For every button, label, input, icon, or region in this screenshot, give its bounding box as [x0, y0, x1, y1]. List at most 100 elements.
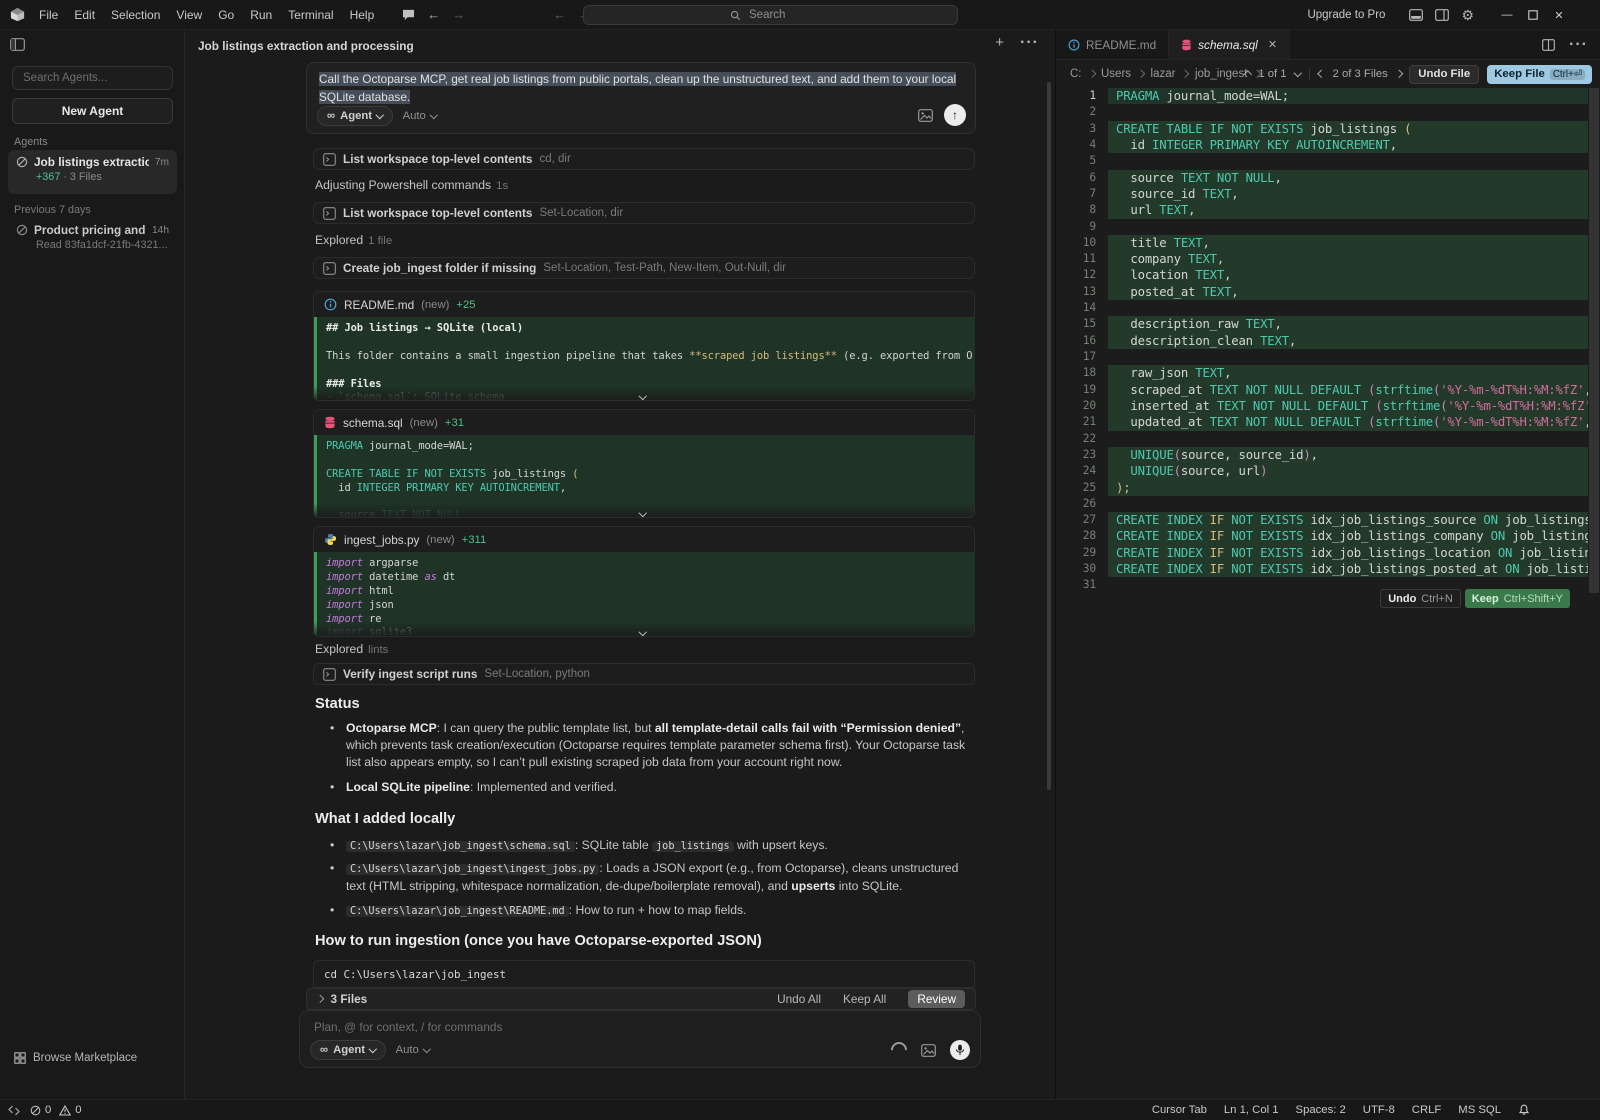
terminal-icon [323, 207, 336, 220]
diff-action-widget: UndoCtrl+N KeepCtrl+Shift+Y [1380, 589, 1570, 608]
menu-go[interactable]: Go [210, 8, 242, 22]
review-button[interactable]: Review [908, 990, 965, 1008]
breadcrumb-item[interactable]: C: [1070, 68, 1082, 80]
editor-more-icon[interactable]: ··· [1569, 36, 1588, 54]
diff-card-ingest[interactable]: ingest_jobs.py (new) +311 import argpars… [313, 526, 975, 637]
model-auto-dropdown[interactable]: Auto [396, 1044, 430, 1056]
info-icon [324, 298, 337, 311]
file-position: 2 of 3 Files [1333, 68, 1388, 80]
notifications-bell-icon[interactable] [1518, 1104, 1530, 1116]
tab-schema[interactable]: schema.sql ✕ [1169, 30, 1290, 59]
language-mode[interactable]: MS SQL [1458, 1104, 1501, 1116]
cursor-tab-status[interactable]: Cursor Tab [1152, 1104, 1207, 1116]
encoding[interactable]: UTF-8 [1363, 1104, 1395, 1116]
status-heading: Status [315, 696, 360, 712]
history-back-icon[interactable]: ← [547, 7, 572, 22]
cursor-position[interactable]: Ln 1, Col 1 [1224, 1104, 1279, 1116]
search-input[interactable] [747, 8, 811, 22]
menu-help[interactable]: Help [342, 8, 383, 22]
tool-call-card[interactable]: Verify ingest script runs Set-Location, … [313, 663, 975, 685]
undo-change-button[interactable]: UndoCtrl+N [1380, 589, 1461, 608]
infinity-icon: ∞ [320, 1044, 328, 1056]
next-file-icon[interactable] [1395, 70, 1403, 78]
files-count[interactable]: 3 Files [331, 992, 368, 1006]
close-icon[interactable]: ✕ [1268, 38, 1277, 51]
window-minimize-button[interactable]: — [1494, 9, 1520, 21]
eol-sequence[interactable]: CRLF [1412, 1104, 1442, 1116]
howto-code-block: cd C:\Users\lazar\job_ingest [313, 960, 975, 988]
menu-terminal[interactable]: Terminal [280, 8, 341, 22]
agent-mode-pill[interactable]: ∞ Agent [310, 1040, 386, 1060]
chevron-down-icon [423, 1045, 431, 1053]
chat-more-icon[interactable]: ··· [1020, 34, 1039, 52]
attach-image-icon[interactable] [918, 109, 933, 122]
window-close-button[interactable]: ✕ [1546, 9, 1572, 22]
indentation[interactable]: Spaces: 2 [1296, 1104, 1346, 1116]
breadcrumb-item[interactable]: Users [1101, 68, 1131, 80]
menu-run[interactable]: Run [242, 8, 280, 22]
keep-file-button[interactable]: Keep FileCtrl+⏎ [1487, 65, 1592, 84]
menu-view[interactable]: View [168, 8, 210, 22]
tab-readme[interactable]: README.md [1056, 30, 1169, 59]
chat-input-box[interactable]: ∞ Agent Auto [299, 1010, 981, 1068]
undo-all-button[interactable]: Undo All [777, 992, 821, 1006]
tool-call-card[interactable]: List workspace top-level contents cd, di… [313, 148, 975, 170]
info-icon [1068, 39, 1080, 51]
agent-title: Job listings extraction a... [34, 155, 149, 169]
breadcrumb-item[interactable]: job_ingest [1195, 68, 1247, 80]
diff-card-schema[interactable]: schema.sql (new) +31 PRAGMA journal_mode… [313, 409, 975, 518]
send-button[interactable]: ↑ [944, 104, 966, 126]
keep-all-button[interactable]: Keep All [843, 992, 886, 1006]
editor-scrollbar[interactable] [1588, 88, 1600, 1099]
prev-change-icon[interactable] [1244, 71, 1252, 79]
problems-indicator[interactable]: 0 0 [30, 1104, 82, 1116]
agent-item-product-pricing[interactable]: Product pricing and sto... 14h Read 83fa… [8, 218, 177, 258]
chevron-right-icon[interactable] [316, 995, 324, 1003]
model-auto-dropdown[interactable]: Auto [403, 110, 437, 122]
undo-file-button[interactable]: Undo File [1409, 65, 1479, 84]
panel-right-icon[interactable] [1429, 9, 1455, 21]
panel-bottom-icon[interactable] [1403, 9, 1429, 21]
agent-mode-pill[interactable]: ∞ Agent [317, 106, 393, 126]
prev-file-icon[interactable] [1318, 70, 1326, 78]
sidebar-toggle-icon[interactable] [10, 38, 25, 51]
chat-scrollbar[interactable] [1047, 82, 1051, 790]
tool-call-card[interactable]: List workspace top-level contents Set-Lo… [313, 202, 975, 224]
agent-icon [16, 156, 28, 168]
keep-change-button[interactable]: KeepCtrl+Shift+Y [1465, 589, 1570, 608]
agents-search-input[interactable] [21, 71, 164, 85]
browse-marketplace[interactable]: Browse Marketplace [14, 1052, 137, 1064]
status-bullet: •Local SQLite pipeline: Implemented and … [330, 779, 978, 796]
split-editor-icon[interactable] [1542, 39, 1555, 51]
breadcrumb-item[interactable]: lazar [1151, 68, 1176, 80]
pending-files-bar: 3 Files Undo All Keep All Review [306, 988, 976, 1010]
microphone-button[interactable] [950, 1040, 970, 1060]
comment-icon[interactable] [396, 9, 421, 21]
menu-selection[interactable]: Selection [103, 8, 168, 22]
agent-icon [16, 224, 28, 236]
tool-call-card[interactable]: Create job_ingest folder if missing Set-… [313, 257, 975, 279]
attach-image-icon[interactable] [921, 1044, 936, 1057]
agent-item-job-listings[interactable]: Job listings extraction a... 7m +367 · 3… [8, 150, 177, 194]
user-message-card[interactable]: Call the Octoparse MCP, get real job lis… [306, 62, 976, 134]
chevron-down-icon [376, 111, 384, 119]
howto-heading: How to run ingestion (once you have Octo… [315, 933, 762, 949]
upgrade-to-pro[interactable]: Upgrade to Pro [1307, 9, 1385, 21]
gear-icon[interactable]: ⚙ [1455, 7, 1480, 24]
next-change-icon[interactable] [1293, 69, 1301, 77]
menu-edit[interactable]: Edit [66, 8, 103, 22]
remote-window-icon[interactable] [8, 1105, 20, 1116]
global-search[interactable] [583, 5, 958, 25]
editor-panel: README.md schema.sql ✕ ··· C: Users laza… [1055, 30, 1600, 1099]
diff-card-readme[interactable]: README.md (new) +25 ## Job listings → SQ… [313, 291, 975, 401]
window-maximize-button[interactable] [1520, 10, 1546, 20]
nav-back-icon[interactable]: ← [421, 7, 446, 22]
agents-search[interactable] [12, 66, 173, 90]
chat-input[interactable] [312, 1019, 836, 1035]
new-chat-icon[interactable]: + [995, 34, 1004, 52]
infinity-icon: ∞ [327, 110, 335, 122]
nav-forward-icon[interactable]: → [446, 7, 471, 22]
error-icon [30, 1105, 41, 1116]
menu-file[interactable]: File [31, 8, 66, 22]
new-agent-button[interactable]: New Agent [12, 98, 173, 124]
